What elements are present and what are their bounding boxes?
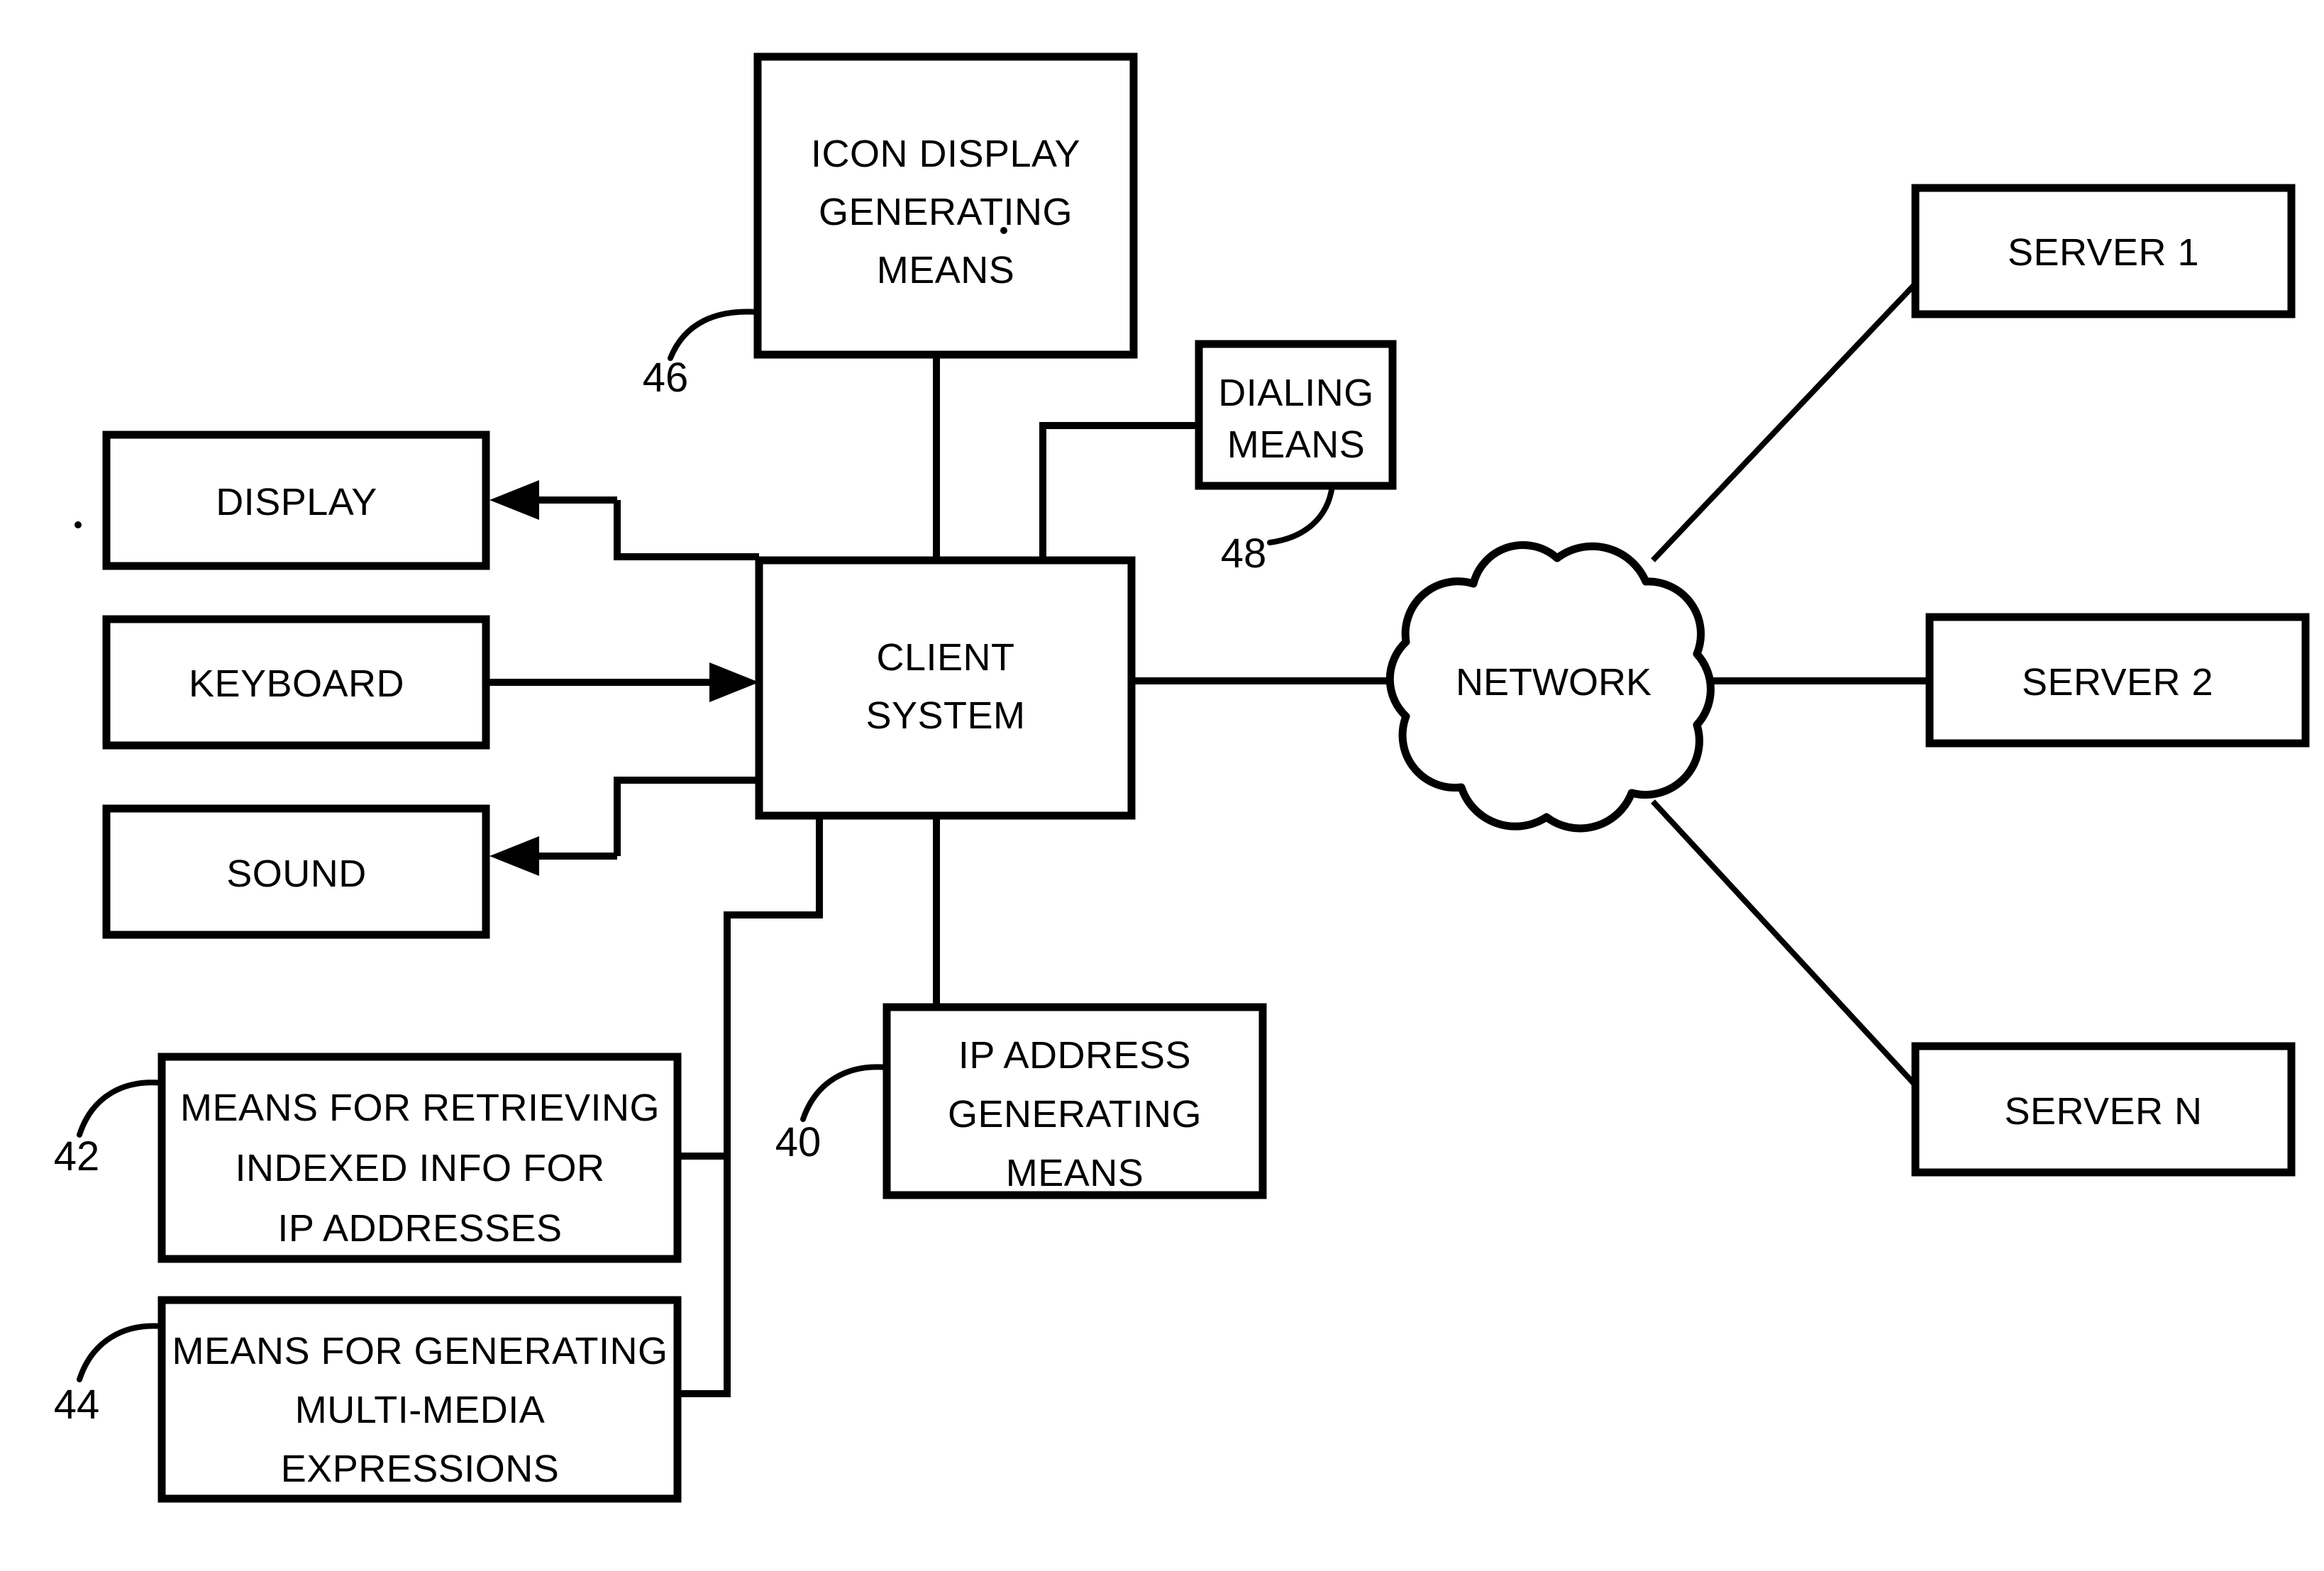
server1-label: SERVER 1 (2008, 231, 2199, 274)
ref-numeral-46: 46 (643, 355, 689, 401)
connector-client-to-display (614, 500, 759, 560)
ref-numeral-42: 42 (54, 1133, 100, 1179)
sound-label: SOUND (226, 853, 367, 895)
network-label: NETWORK (1456, 661, 1651, 704)
block-dialing-means[interactable]: DIALING MEANS (1195, 340, 1397, 490)
connector-client-to-sound (614, 777, 759, 856)
block-icon-display-generating-means[interactable]: ICON DISPLAY GENERATING MEANS (753, 52, 1138, 359)
multimedia-label-line1: MEANS FOR GENERATING (172, 1330, 668, 1372)
ref-numeral-44: 44 (54, 1382, 100, 1428)
servern-label: SERVER N (2004, 1090, 2202, 1133)
multimedia-label-line2: MULTI-MEDIA (295, 1389, 546, 1431)
block-display[interactable]: DISPLAY (102, 431, 490, 570)
network-cloud: NETWORK (1385, 541, 1715, 833)
icon-display-label-line1: ICON DISPLAY (811, 133, 1080, 175)
keyboard-label: KEYBOARD (189, 662, 404, 705)
leader-line-48 (1267, 483, 1335, 545)
client-system-label-line2: SYSTEM (865, 694, 1025, 737)
leader-line-46 (668, 309, 760, 361)
block-diagram-svg: NETWORK ICON DISPLAY GENERATING MEANS 46… (54, 52, 2310, 1503)
icon-display-label-line2: GENERATING (819, 191, 1073, 233)
arrowhead-client-from-keyboard (709, 662, 759, 702)
ip-address-label-line2: GENERATING (948, 1093, 1202, 1136)
display-label: DISPLAY (216, 481, 377, 523)
multimedia-label-line3: EXPRESSIONS (281, 1448, 560, 1490)
server2-label: SERVER 2 (2022, 661, 2213, 704)
ip-address-label-line1: IP ADDRESS (958, 1034, 1191, 1077)
connector-network-to-server1 (1651, 282, 1918, 562)
connector-client-to-means-trunk (677, 816, 823, 1397)
block-server-2[interactable]: SERVER 2 (1925, 613, 2310, 748)
ref-numeral-48: 48 (1221, 531, 1267, 577)
arrowhead-display (489, 480, 539, 520)
connector-network-to-servern (1651, 799, 1918, 1087)
client-system-label-line1: CLIENT (876, 636, 1014, 679)
client-system-box-rect (755, 556, 1136, 820)
block-server-n[interactable]: SERVER N (1911, 1042, 2296, 1177)
dialing-label-line1: DIALING (1218, 372, 1374, 414)
leader-line-40 (800, 1064, 890, 1122)
retrieving-label-line1: MEANS FOR RETRIEVING (180, 1087, 660, 1129)
icon-display-label-line3: MEANS (877, 249, 1015, 292)
retrieving-label-line2: INDEXED INFO FOR (235, 1147, 604, 1189)
arrowhead-sound (489, 836, 539, 876)
scan-speck (74, 521, 82, 528)
ref-numeral-40: 40 (775, 1119, 821, 1165)
ip-address-label-line3: MEANS (1006, 1152, 1144, 1194)
leader-line-44 (77, 1323, 165, 1382)
dialing-label-line2: MEANS (1227, 423, 1366, 466)
block-ip-address-generating-means[interactable]: IP ADDRESS GENERATING MEANS (882, 1003, 1267, 1199)
retrieving-label-line3: IP ADDRESSES (277, 1207, 562, 1250)
block-client-system[interactable]: CLIENT SYSTEM (755, 556, 1136, 820)
connector-dialing-to-client (1039, 422, 1199, 560)
block-multimedia-expressions[interactable]: MEANS FOR GENERATING MULTI-MEDIA EXPRESS… (157, 1296, 682, 1503)
block-server-1[interactable]: SERVER 1 (1911, 184, 2296, 318)
leader-line-42 (77, 1079, 165, 1138)
block-sound[interactable]: SOUND (102, 804, 490, 939)
block-retrieving-indexed-info[interactable]: MEANS FOR RETRIEVING INDEXED INFO FOR IP… (157, 1053, 682, 1263)
scan-speck (1000, 227, 1007, 234)
block-keyboard[interactable]: KEYBOARD (102, 615, 490, 750)
patent-figure-canvas: NETWORK ICON DISPLAY GENERATING MEANS 46… (0, 0, 2324, 1571)
